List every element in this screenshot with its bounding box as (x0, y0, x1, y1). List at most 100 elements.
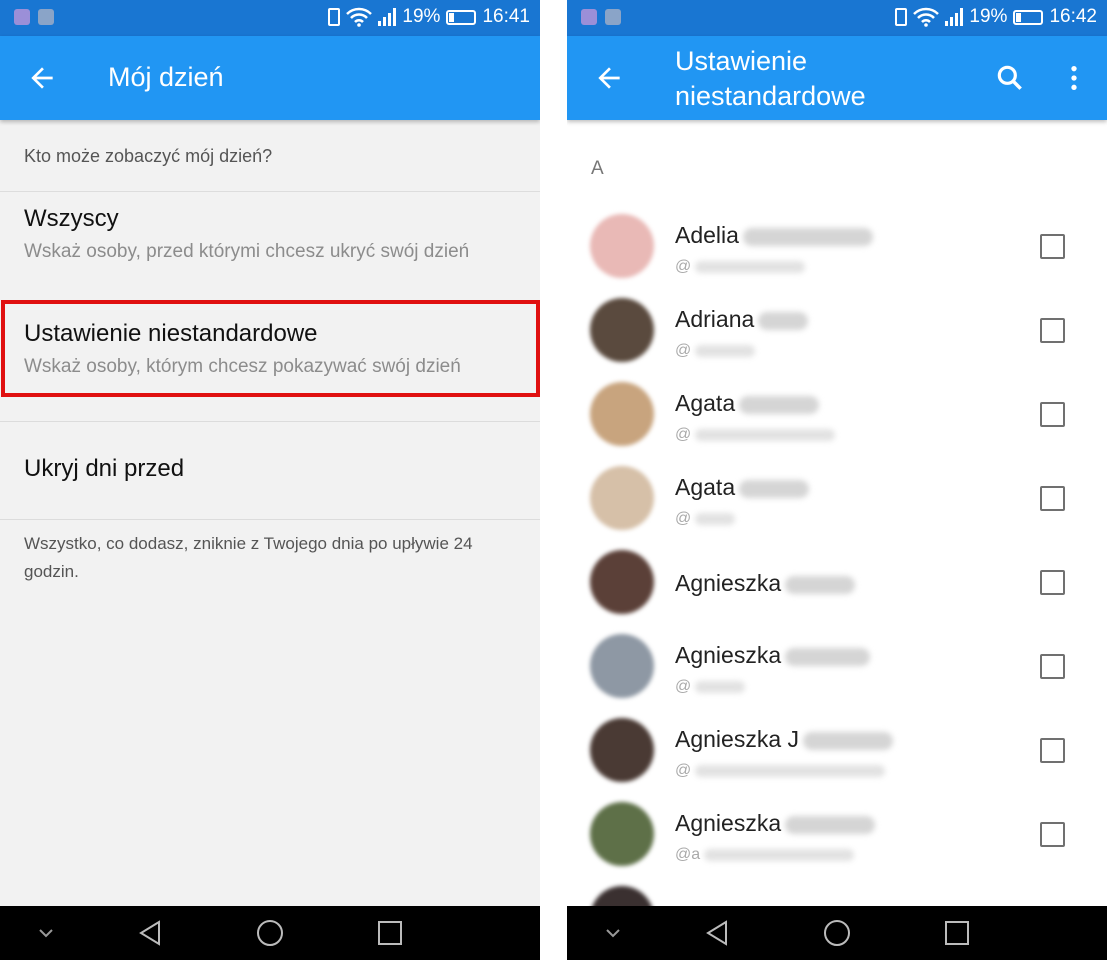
contact-row[interactable]: Agata @ (567, 372, 1107, 456)
contact-name: Agnieszka J (675, 726, 894, 753)
redacted-surname (742, 227, 873, 246)
navigation-bar (567, 906, 1107, 960)
handle-prefix: @ (675, 342, 692, 359)
clock: 16:42 (1049, 6, 1097, 27)
select-checkbox[interactable] (1040, 570, 1065, 595)
app-bar: Mój dzień (0, 36, 540, 120)
contact-handle: @ (675, 510, 736, 528)
contact-handle: @ (675, 258, 806, 276)
home-circle-icon[interactable] (821, 917, 853, 949)
redacted-surname (739, 395, 820, 414)
back-arrow-icon[interactable] (26, 62, 58, 94)
page-title: Mój dzień (108, 62, 224, 92)
contact-handle: @ (675, 426, 836, 444)
select-checkbox[interactable] (1040, 318, 1065, 343)
contact-row[interactable]: Adriana @ (567, 288, 1107, 372)
more-options-icon[interactable] (1058, 62, 1090, 94)
chevron-down-icon[interactable] (597, 917, 629, 949)
handle-prefix: @ (675, 426, 692, 443)
contact-name: Adriana (675, 306, 809, 333)
select-checkbox[interactable] (1040, 486, 1065, 511)
signal-icon (378, 8, 397, 26)
vibrate-icon (328, 8, 341, 26)
signal-icon (945, 8, 964, 26)
select-checkbox[interactable] (1040, 738, 1065, 763)
divider (0, 519, 540, 520)
navigation-bar (0, 906, 540, 960)
redacted-surname (758, 311, 809, 330)
select-checkbox[interactable] (1040, 654, 1065, 679)
redacted-surname (785, 815, 876, 834)
back-arrow-icon[interactable] (593, 62, 625, 94)
contact-row[interactable]: Agnieszka @ (567, 624, 1107, 708)
redacted-surname (739, 479, 810, 498)
video-notification-icon (605, 9, 621, 25)
handle-prefix: @a (675, 846, 701, 863)
option-everyone[interactable]: Wszyscy Wskaż osoby, przed którymi chces… (0, 205, 540, 264)
redacted-surname (785, 575, 856, 594)
video-notification-icon (38, 9, 54, 25)
battery-icon (446, 9, 477, 25)
page-title: Ustawienie niestandardowe (675, 46, 866, 111)
app-bar: Ustawienie niestandardowe (567, 36, 1107, 120)
handle-prefix: @ (675, 678, 692, 695)
back-triangle-icon[interactable] (701, 917, 733, 949)
hide-days-item[interactable]: Ukryj dni przed (0, 455, 540, 483)
chevron-down-icon[interactable] (30, 917, 62, 949)
option-title: Wszyscy (24, 205, 119, 232)
contact-name: Agnieszka (675, 642, 871, 669)
contact-first-name: Adriana (675, 306, 755, 332)
section-header: Kto może zobaczyć mój dzień? (0, 120, 540, 192)
contact-row[interactable]: Agata @ (567, 456, 1107, 540)
redacted-handle (695, 428, 836, 441)
vibrate-icon (895, 8, 908, 26)
avatar (590, 466, 654, 530)
contact-row[interactable]: Adelia @ (567, 204, 1107, 288)
select-checkbox[interactable] (1040, 822, 1065, 847)
contact-name: Agata (675, 390, 820, 417)
redacted-surname (785, 647, 871, 666)
redacted-handle (695, 512, 736, 525)
battery-icon (1013, 9, 1044, 25)
handle-prefix: @ (675, 762, 692, 779)
contact-row[interactable]: Agnieszka @a (567, 792, 1107, 876)
contact-name: Agnieszka (675, 810, 876, 837)
recents-square-icon[interactable] (941, 917, 973, 949)
gallery-notification-icon (581, 9, 597, 25)
handle-prefix: @ (675, 258, 692, 275)
contact-handle: @ (675, 762, 886, 780)
search-icon[interactable] (994, 62, 1026, 94)
left-screen: 19% 16:41 Mój dzień Kto może zobaczyć mó… (0, 0, 540, 960)
highlight-box (1, 300, 540, 397)
avatar (590, 634, 654, 698)
contact-row[interactable]: Agnieszka J @ (567, 708, 1107, 792)
contact-handle: @ (675, 678, 746, 696)
clock: 16:41 (482, 6, 530, 27)
select-checkbox[interactable] (1040, 402, 1065, 427)
contact-first-name: Adelia (675, 222, 739, 248)
contact-name: Agnieszka (675, 570, 856, 597)
contact-first-name: Agnieszka (675, 570, 782, 596)
contact-first-name: Agnieszka J (675, 726, 800, 752)
redacted-handle (704, 848, 855, 861)
recents-square-icon[interactable] (374, 917, 406, 949)
option-subtitle: Wskaż osoby, przed którymi chcesz ukryć … (24, 241, 470, 262)
gallery-notification-icon (14, 9, 30, 25)
contact-first-name: Agnieszka (675, 642, 782, 668)
contact-row[interactable]: Agnieszka (567, 540, 1107, 624)
redacted-handle (695, 260, 806, 273)
back-triangle-icon[interactable] (134, 917, 166, 949)
home-circle-icon[interactable] (254, 917, 286, 949)
contact-first-name: Agata (675, 390, 736, 416)
status-bar: 19% 16:42 (567, 0, 1107, 36)
contact-first-name: Agata (675, 474, 736, 500)
right-screen: 19% 16:42 Ustawienie niestandardowe A Ad… (567, 0, 1107, 960)
wifi-icon (913, 7, 940, 27)
select-checkbox[interactable] (1040, 234, 1065, 259)
hide-days-label: Ukryj dni przed (24, 455, 185, 482)
avatar (590, 382, 654, 446)
contact-name: Agata (675, 474, 810, 501)
avatar (590, 298, 654, 362)
handle-prefix: @ (675, 510, 692, 527)
contact-handle: @ (675, 342, 756, 360)
